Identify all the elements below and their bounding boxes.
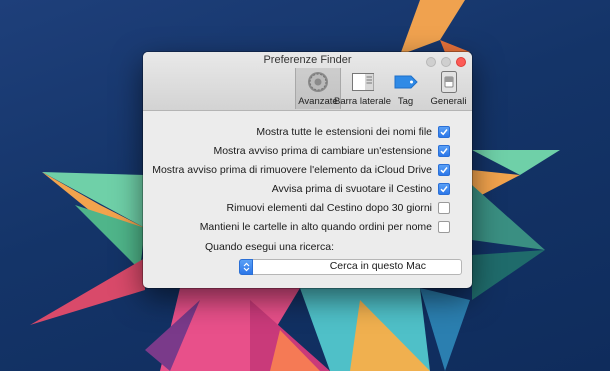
advanced-options: Mostra tutte le estensioni dei nomi file… <box>152 122 450 236</box>
option-folders-on-top[interactable]: Mantieni le cartelle in alto quando ordi… <box>152 217 450 236</box>
sidebar-icon <box>351 70 375 94</box>
tab-generali[interactable]: Generali <box>427 68 470 109</box>
minimize-button[interactable] <box>426 57 436 67</box>
option-label: Mostra avviso prima di cambiare un'esten… <box>213 144 432 157</box>
option-label: Mantieni le cartelle in alto quando ordi… <box>199 220 432 233</box>
checkbox-unchecked[interactable] <box>438 220 450 233</box>
tab-label: Generali <box>430 96 467 107</box>
gear-icon <box>306 70 330 94</box>
option-warn-empty-trash[interactable]: Avvisa prima di svuotare il Cestino <box>152 179 450 198</box>
option-label: Rimuovi elementi dal Cestino dopo 30 gio… <box>226 201 432 214</box>
option-label: Mostra avviso prima di rimuovere l'eleme… <box>152 163 432 176</box>
preferences-toolbar: Avanzate Barra laterale Tag Generali <box>295 68 470 109</box>
checkbox-checked[interactable] <box>438 125 450 138</box>
option-remove-trash-30-days[interactable]: Rimuovi elementi dal Cestino dopo 30 gio… <box>152 198 450 217</box>
window-title: Preferenze Finder <box>263 54 352 66</box>
close-button[interactable] <box>456 57 466 67</box>
search-scope-select[interactable]: Cerca in questo Mac <box>239 259 462 275</box>
tab-barra-laterale[interactable]: Barra laterale <box>334 68 391 109</box>
tab-tag[interactable]: Tag <box>384 68 427 109</box>
option-warn-extension-change[interactable]: Mostra avviso prima di cambiare un'esten… <box>152 141 450 160</box>
checkbox-checked[interactable] <box>438 163 450 176</box>
option-label: Mostra tutte le estensioni dei nomi file <box>256 125 432 138</box>
search-scope-label: Quando esegui una ricerca: <box>205 241 334 253</box>
window-controls <box>426 57 466 67</box>
option-show-extensions[interactable]: Mostra tutte le estensioni dei nomi file <box>152 122 450 141</box>
option-warn-icloud-removal[interactable]: Mostra avviso prima di rimuovere l'eleme… <box>152 160 450 179</box>
switch-icon <box>437 70 461 94</box>
checkbox-checked[interactable] <box>438 144 450 157</box>
checkbox-unchecked[interactable] <box>438 201 450 214</box>
option-label: Avvisa prima di svuotare il Cestino <box>271 182 432 195</box>
checkbox-checked[interactable] <box>438 182 450 195</box>
zoom-button[interactable] <box>441 57 451 67</box>
tab-label: Barra laterale <box>333 96 392 107</box>
select-arrows-icon <box>239 259 253 275</box>
titlebar: Preferenze Finder Avanzate Barra lateral… <box>143 52 472 111</box>
tab-label: Tag <box>397 96 414 107</box>
select-value: Cerca in questo Mac <box>329 260 426 272</box>
tab-label: Avanzate <box>298 96 338 107</box>
tag-icon <box>394 70 418 94</box>
finder-preferences-window: Preferenze Finder Avanzate Barra lateral… <box>143 52 472 288</box>
